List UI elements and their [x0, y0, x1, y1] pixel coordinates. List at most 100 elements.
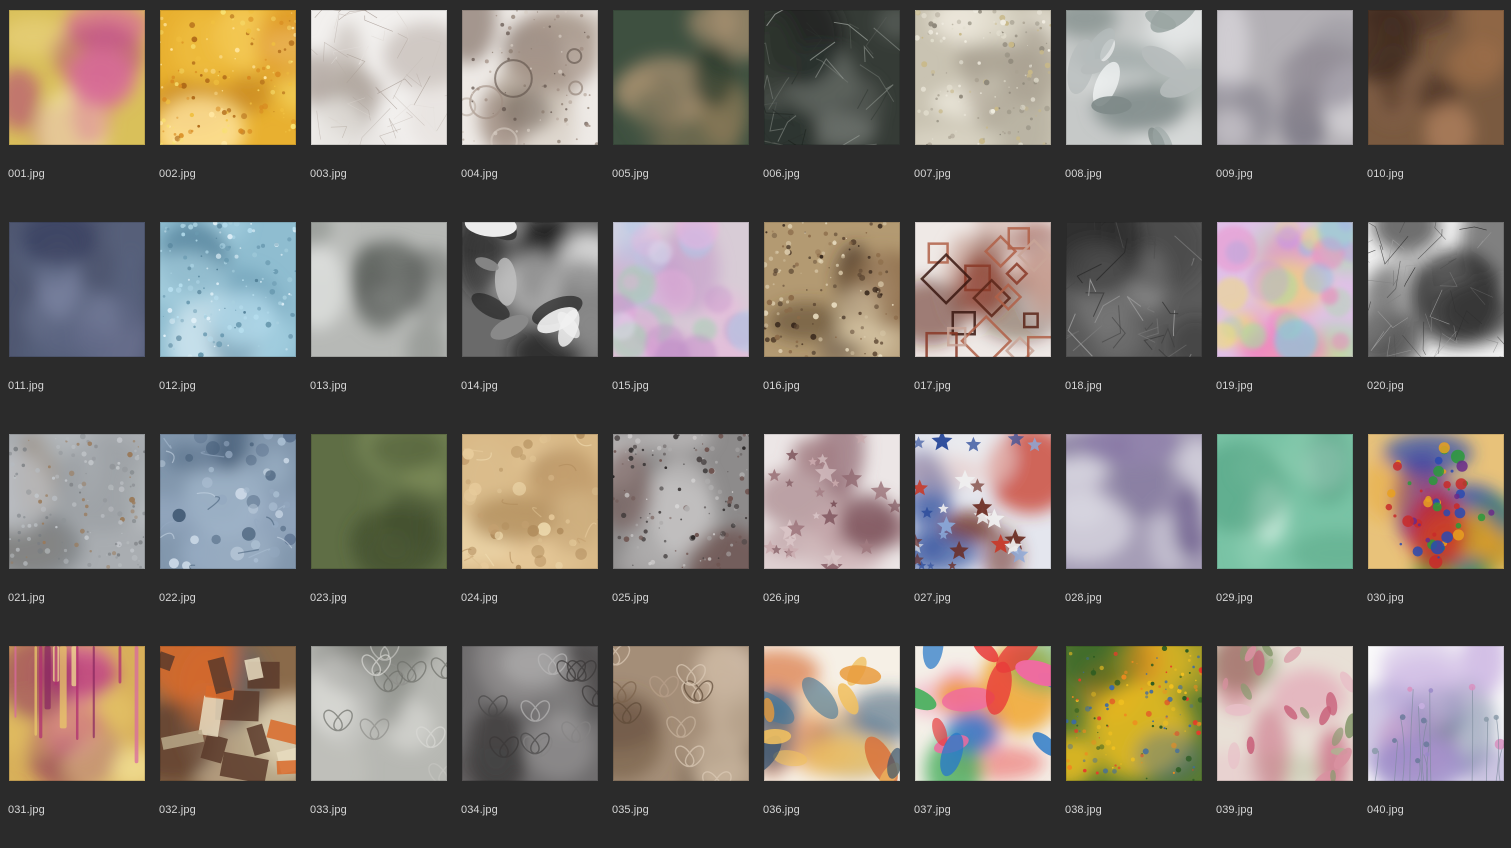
image-thumbnail[interactable] [915, 10, 1051, 145]
image-thumbnail[interactable] [915, 222, 1051, 357]
image-thumbnail[interactable] [9, 10, 145, 145]
thumbnail-texture [1368, 434, 1504, 569]
image-thumbnail[interactable] [1066, 434, 1202, 569]
thumbnail-texture [1217, 10, 1353, 145]
thumbnail-texture [311, 222, 447, 357]
file-name-label: 020.jpg [1367, 380, 1404, 392]
file-thumbnail-tile[interactable]: 016.jpg [755, 212, 906, 424]
file-thumbnail-tile[interactable]: 018.jpg [1057, 212, 1208, 424]
image-thumbnail[interactable] [613, 222, 749, 357]
image-thumbnail[interactable] [915, 646, 1051, 781]
file-thumbnail-tile[interactable]: 039.jpg [1208, 636, 1359, 848]
image-thumbnail[interactable] [764, 222, 900, 357]
image-thumbnail[interactable] [1368, 434, 1504, 569]
image-thumbnail[interactable] [613, 646, 749, 781]
file-name-label: 005.jpg [612, 168, 649, 180]
image-thumbnail[interactable] [1217, 10, 1353, 145]
image-thumbnail[interactable] [1217, 434, 1353, 569]
file-thumbnail-tile[interactable]: 011.jpg [0, 212, 151, 424]
image-thumbnail[interactable] [764, 646, 900, 781]
file-thumbnail-tile[interactable]: 040.jpg [1359, 636, 1510, 848]
file-thumbnail-tile[interactable]: 030.jpg [1359, 424, 1510, 636]
image-thumbnail[interactable] [1217, 646, 1353, 781]
file-thumbnail-tile[interactable]: 034.jpg [453, 636, 604, 848]
file-thumbnail-tile[interactable]: 013.jpg [302, 212, 453, 424]
file-thumbnail-tile[interactable]: 014.jpg [453, 212, 604, 424]
file-name-label: 040.jpg [1367, 804, 1404, 816]
file-thumbnail-tile[interactable]: 033.jpg [302, 636, 453, 848]
image-thumbnail[interactable] [9, 434, 145, 569]
file-thumbnail-tile[interactable]: 021.jpg [0, 424, 151, 636]
file-thumbnail-tile[interactable]: 028.jpg [1057, 424, 1208, 636]
file-thumbnail-tile[interactable]: 009.jpg [1208, 0, 1359, 212]
image-thumbnail[interactable] [160, 646, 296, 781]
image-thumbnail[interactable] [915, 434, 1051, 569]
file-thumbnail-tile[interactable]: 036.jpg [755, 636, 906, 848]
file-name-label: 013.jpg [310, 380, 347, 392]
image-thumbnail[interactable] [1066, 646, 1202, 781]
image-thumbnail[interactable] [1066, 222, 1202, 357]
thumbnail-texture [160, 434, 296, 569]
file-name-label: 017.jpg [914, 380, 951, 392]
image-thumbnail[interactable] [1368, 10, 1504, 145]
file-thumbnail-tile[interactable]: 022.jpg [151, 424, 302, 636]
file-name-label: 037.jpg [914, 804, 951, 816]
image-thumbnail[interactable] [764, 434, 900, 569]
file-thumbnail-tile[interactable]: 003.jpg [302, 0, 453, 212]
file-thumbnail-tile[interactable]: 024.jpg [453, 424, 604, 636]
thumbnail-texture [9, 434, 145, 569]
file-thumbnail-tile[interactable]: 023.jpg [302, 424, 453, 636]
file-thumbnail-tile[interactable]: 031.jpg [0, 636, 151, 848]
file-thumbnail-tile[interactable]: 012.jpg [151, 212, 302, 424]
image-thumbnail[interactable] [160, 10, 296, 145]
thumbnail-texture [160, 222, 296, 357]
image-thumbnail[interactable] [462, 434, 598, 569]
file-thumbnail-tile[interactable]: 005.jpg [604, 0, 755, 212]
image-thumbnail[interactable] [9, 646, 145, 781]
image-thumbnail[interactable] [311, 434, 447, 569]
file-thumbnail-tile[interactable]: 029.jpg [1208, 424, 1359, 636]
file-thumbnail-tile[interactable]: 015.jpg [604, 212, 755, 424]
file-thumbnail-tile[interactable]: 020.jpg [1359, 212, 1510, 424]
image-thumbnail[interactable] [764, 10, 900, 145]
file-name-label: 026.jpg [763, 592, 800, 604]
image-thumbnail[interactable] [160, 434, 296, 569]
image-thumbnail[interactable] [311, 222, 447, 357]
image-thumbnail[interactable] [1217, 222, 1353, 357]
file-thumbnail-tile[interactable]: 006.jpg [755, 0, 906, 212]
file-thumbnail-tile[interactable]: 010.jpg [1359, 0, 1510, 212]
image-thumbnail[interactable] [9, 222, 145, 357]
file-name-label: 001.jpg [8, 168, 45, 180]
image-thumbnail[interactable] [613, 10, 749, 145]
file-thumbnail-tile[interactable]: 038.jpg [1057, 636, 1208, 848]
file-thumbnail-tile[interactable]: 032.jpg [151, 636, 302, 848]
file-thumbnail-tile[interactable]: 007.jpg [906, 0, 1057, 212]
file-thumbnail-tile[interactable]: 027.jpg [906, 424, 1057, 636]
image-thumbnail[interactable] [613, 434, 749, 569]
thumbnail-texture [462, 222, 598, 357]
file-thumbnail-tile[interactable]: 026.jpg [755, 424, 906, 636]
file-thumbnail-tile[interactable]: 001.jpg [0, 0, 151, 212]
file-thumbnail-tile[interactable]: 037.jpg [906, 636, 1057, 848]
file-thumbnail-tile[interactable]: 002.jpg [151, 0, 302, 212]
thumbnail-texture [1066, 646, 1202, 781]
file-thumbnail-tile[interactable]: 004.jpg [453, 0, 604, 212]
file-thumbnail-tile[interactable]: 035.jpg [604, 636, 755, 848]
image-thumbnail[interactable] [160, 222, 296, 357]
image-thumbnail[interactable] [1368, 222, 1504, 357]
file-name-label: 009.jpg [1216, 168, 1253, 180]
image-thumbnail[interactable] [1368, 646, 1504, 781]
image-thumbnail[interactable] [1066, 10, 1202, 145]
image-thumbnail[interactable] [462, 646, 598, 781]
thumbnail-texture [1217, 222, 1353, 357]
image-thumbnail[interactable] [462, 10, 598, 145]
file-thumbnail-tile[interactable]: 019.jpg [1208, 212, 1359, 424]
file-thumbnail-tile[interactable]: 017.jpg [906, 212, 1057, 424]
file-thumbnail-tile[interactable]: 008.jpg [1057, 0, 1208, 212]
image-thumbnail[interactable] [311, 646, 447, 781]
image-thumbnail[interactable] [311, 10, 447, 145]
file-name-label: 018.jpg [1065, 380, 1102, 392]
file-thumbnail-tile[interactable]: 025.jpg [604, 424, 755, 636]
file-name-label: 032.jpg [159, 804, 196, 816]
image-thumbnail[interactable] [462, 222, 598, 357]
